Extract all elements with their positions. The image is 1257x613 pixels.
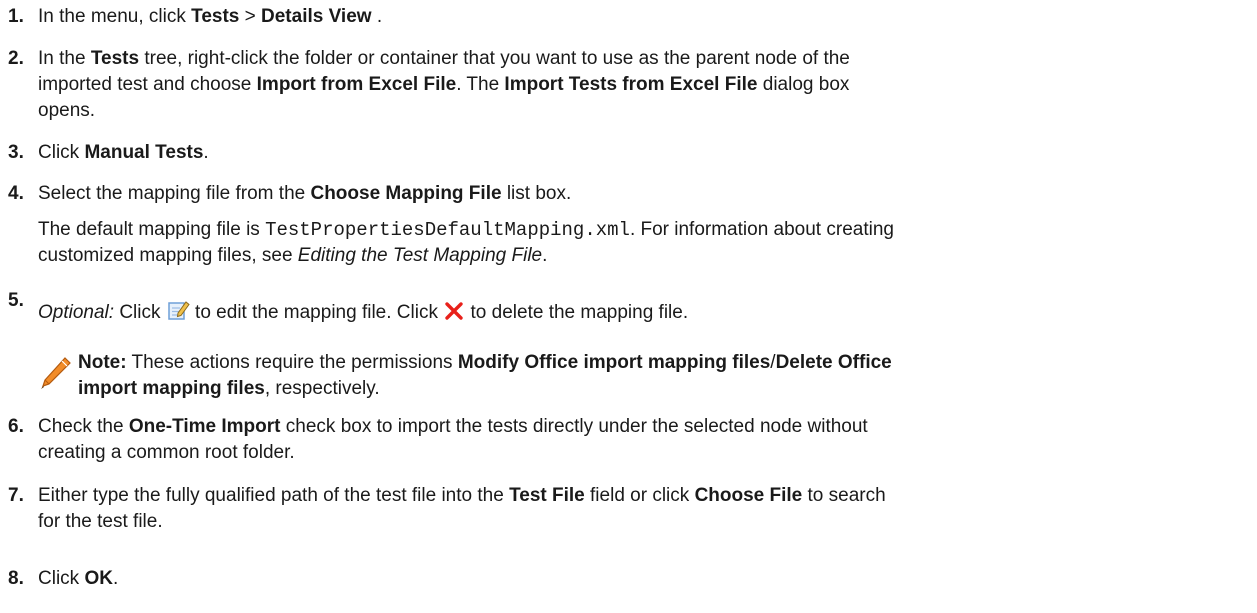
text: Select the mapping file from the (38, 183, 311, 204)
text: customized mapping files, see (38, 245, 298, 266)
text: Click (38, 568, 85, 589)
text: imported test and choose (38, 74, 257, 95)
text: dialog box (757, 74, 850, 95)
menu-details-view: Details View (261, 6, 372, 27)
ui-term: One-Time Import (128, 416, 281, 437)
step-text: Click OK. (38, 566, 1249, 592)
ui-term: Tests (90, 48, 140, 69)
note-label: Note: (78, 352, 127, 373)
note-text: Note: These actions require the permissi… (78, 350, 1249, 402)
step-number: 3. (8, 142, 24, 163)
delete-icon[interactable] (443, 300, 465, 330)
text: In the (38, 48, 91, 69)
text: to edit the mapping file. Click (189, 302, 444, 323)
text: The default mapping file is (38, 219, 266, 240)
text: > (239, 6, 262, 27)
text: tree, right-click the folder or containe… (139, 48, 850, 69)
step-text: In the menu, click Tests > Details View … (38, 4, 1249, 30)
text: In the menu, click (38, 6, 192, 27)
text: for the test file. (38, 511, 163, 532)
step-text: Either type the fully qualified path of … (38, 483, 1249, 535)
step-number: 6. (8, 416, 24, 437)
step-text: Check the One-Time Import check box to i… (38, 414, 1249, 466)
text: These actions require the permissions (126, 352, 458, 373)
permission-name: Modify Office import mapping files (457, 352, 771, 373)
step-number: 2. (8, 48, 24, 69)
optional-label: Optional: (38, 302, 115, 323)
ui-term: OK (84, 568, 113, 589)
step-text: Select the mapping file from the Choose … (38, 181, 1249, 269)
ui-term: Manual Tests (84, 142, 204, 163)
note: Note: These actions require the permissi… (38, 350, 1249, 406)
step-number: 8. (8, 568, 24, 589)
step-number: 1. (8, 6, 24, 27)
ui-term: Choose Mapping File (310, 183, 502, 204)
ui-term: Import from Excel File (256, 74, 457, 95)
step-text: In the Tests tree, right-click the folde… (38, 46, 1249, 124)
text: creating a common root folder. (38, 442, 295, 463)
ui-term: Test File (509, 485, 585, 506)
text: Check the (38, 416, 129, 437)
text: opens. (38, 100, 96, 121)
step-number: 4. (8, 183, 24, 204)
file-name: TestPropertiesDefaultMapping.xml (265, 219, 630, 241)
text: , respectively. (264, 378, 380, 399)
text: Click (38, 142, 85, 163)
step-text: Optional: Click to edit the mapping file… (38, 298, 1249, 406)
menu-tests: Tests (191, 6, 240, 27)
text: field or click (584, 485, 695, 506)
text: to search (802, 485, 886, 506)
text: to delete the mapping file. (465, 302, 689, 323)
cross-reference-link[interactable]: Editing the Test Mapping File (298, 245, 542, 266)
text: Either type the fully qualified path of … (38, 485, 510, 506)
step-text: Click Manual Tests. (38, 140, 1249, 166)
text: . For information about creating (629, 219, 894, 240)
text: . (542, 245, 548, 266)
permission-name: Delete Office (775, 352, 892, 373)
step-number: 5. (8, 290, 24, 311)
permission-name: import mapping files (78, 378, 265, 399)
procedure-steps: 1. In the menu, click Tests > Details Vi… (0, 0, 1257, 613)
ui-term: Choose File (694, 485, 803, 506)
text: Click (114, 302, 166, 323)
text: . (371, 6, 383, 27)
text: . The (456, 74, 505, 95)
pencil-note-icon (38, 356, 72, 400)
text: list box. (501, 183, 572, 204)
text: check box to import the tests directly u… (280, 416, 868, 437)
step-number: 7. (8, 485, 24, 506)
ui-term: Import Tests from Excel File (504, 74, 758, 95)
edit-icon[interactable] (166, 298, 190, 330)
text: . (112, 568, 119, 589)
text: . (203, 142, 209, 163)
